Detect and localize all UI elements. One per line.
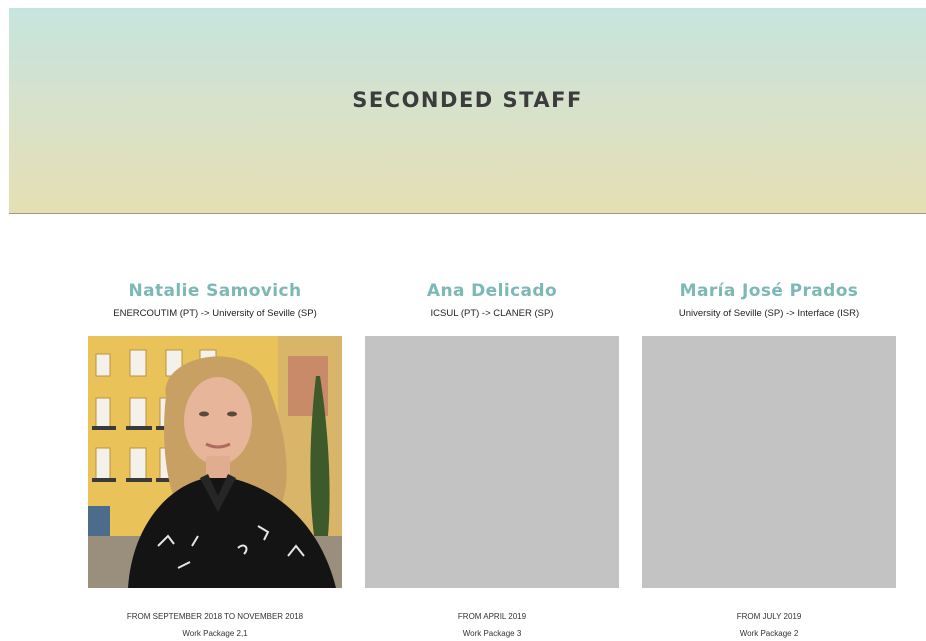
hero-banner: SECONDED STAFF: [9, 8, 926, 214]
staff-card: María José Prados University of Seville …: [642, 278, 896, 638]
page-title: SECONDED STAFF: [352, 88, 583, 112]
staff-card: Natalie Samovich ENERCOUTIM (PT) -> Univ…: [88, 278, 342, 638]
staff-route: ENERCOUTIM (PT) -> University of Seville…: [113, 308, 317, 319]
staff-card: Ana Delicado ICSUL (PT) -> CLANER (SP) F…: [365, 278, 619, 638]
staff-route: University of Seville (SP) -> Interface …: [678, 308, 860, 319]
staff-name[interactable]: Ana Delicado: [365, 278, 619, 304]
staff-name[interactable]: María José Prados: [642, 278, 896, 304]
staff-dates: FROM APRIL 2019: [457, 612, 527, 621]
staff-dates: FROM SEPTEMBER 2018 TO NOVEMBER 2018: [126, 612, 304, 621]
photo-placeholder[interactable]: [365, 336, 619, 588]
staff-work-package: Work Package 2,1: [182, 629, 248, 638]
photo-placeholder[interactable]: [642, 336, 896, 588]
staff-photo[interactable]: [88, 336, 342, 588]
staff-route: ICSUL (PT) -> CLANER (SP): [430, 308, 554, 319]
staff-dates: FROM JULY 2019: [736, 612, 802, 621]
staff-work-package: Work Package 2: [739, 629, 799, 638]
staff-work-package: Work Package 3: [462, 629, 522, 638]
staff-name[interactable]: Natalie Samovich: [88, 278, 342, 304]
portrait-image: [88, 336, 342, 588]
